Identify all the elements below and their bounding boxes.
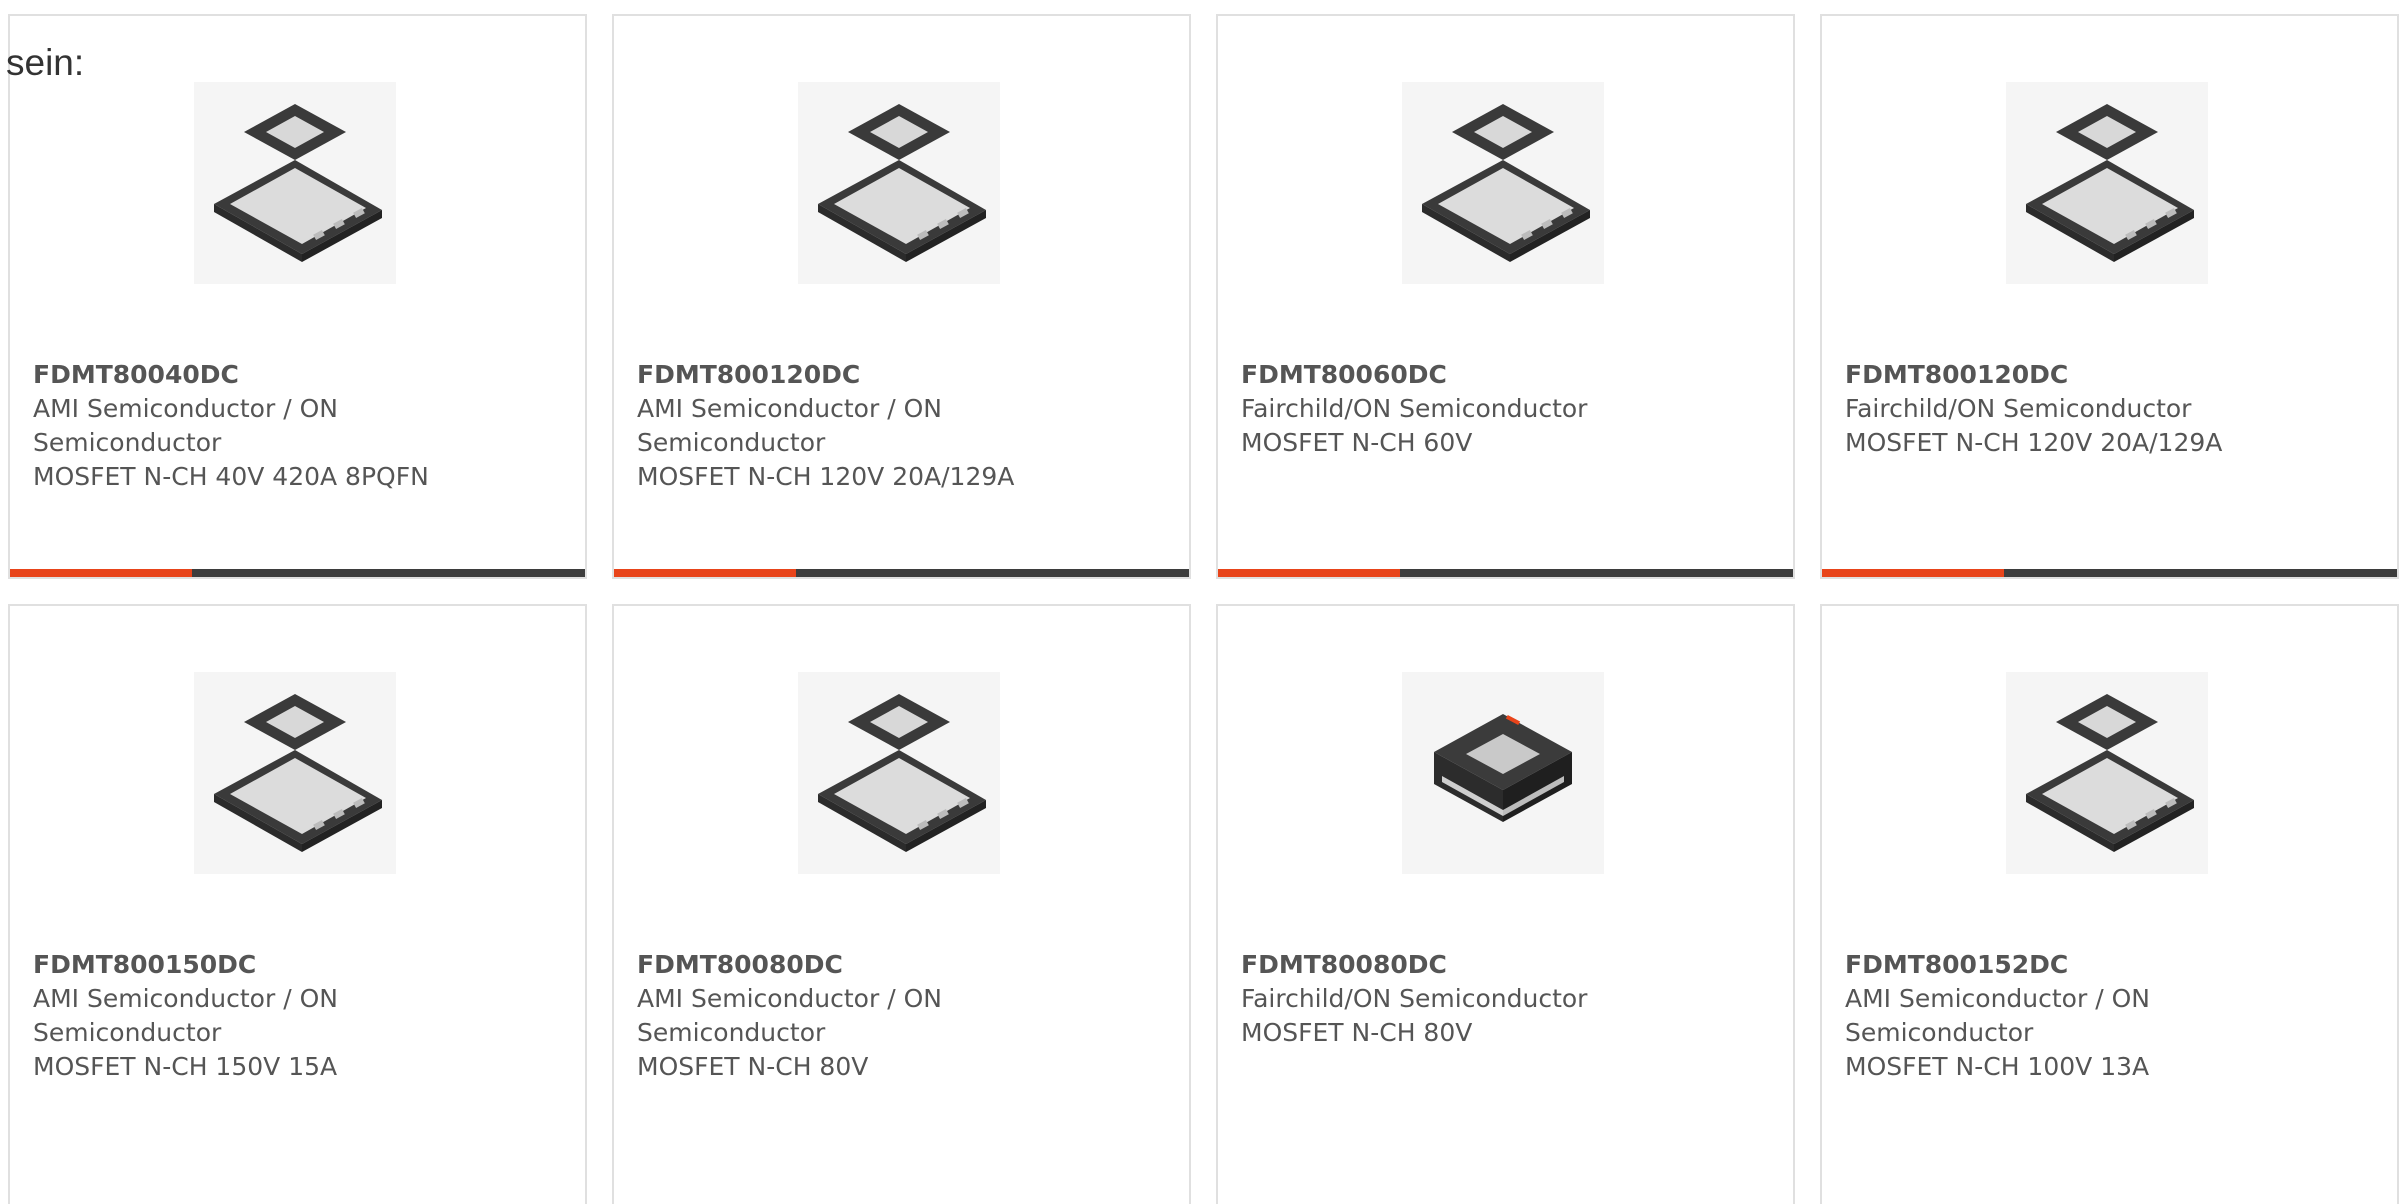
product-grid: FDMT80040DC AMI Semiconductor / ON Semic… <box>8 14 2400 1204</box>
pqfn-package-icon[interactable] <box>194 672 396 874</box>
product-card[interactable]: FDMT80080DC Fairchild/ON Semiconductor M… <box>1216 604 1795 1204</box>
pqfn-package-icon[interactable] <box>2006 82 2208 284</box>
card-bar-accent <box>1822 569 2004 577</box>
description: MOSFET N-CH 80V <box>637 1052 869 1081</box>
product-card[interactable]: FDMT800120DC AMI Semiconductor / ON Semi… <box>612 14 1191 579</box>
product-info: FDMT800120DC AMI Semiconductor / ON Semi… <box>637 358 1117 494</box>
product-info: FDMT80040DC AMI Semiconductor / ON Semic… <box>33 358 513 494</box>
card-bar <box>1218 569 1793 577</box>
pqfn-package-icon[interactable] <box>194 82 396 284</box>
pqfn-package-icon[interactable] <box>798 82 1000 284</box>
card-bar <box>614 569 1189 577</box>
product-card[interactable]: FDMT800152DC AMI Semiconductor / ON Semi… <box>1820 604 2399 1204</box>
product-info: FDMT80080DC Fairchild/ON Semiconductor M… <box>1241 948 1721 1050</box>
description: MOSFET N-CH 120V 20A/129A <box>637 462 1015 491</box>
product-info: FDMT800150DC AMI Semiconductor / ON Semi… <box>33 948 513 1084</box>
description: MOSFET N-CH 80V <box>1241 1018 1473 1047</box>
manufacturer: Fairchild/ON Semiconductor <box>1241 984 1588 1013</box>
description: MOSFET N-CH 150V 15A <box>33 1052 338 1081</box>
card-bar-accent <box>614 569 796 577</box>
product-info: FDMT800120DC Fairchild/ON Semiconductor … <box>1845 358 2325 460</box>
description: MOSFET N-CH 100V 13A <box>1845 1052 2150 1081</box>
manufacturer: AMI Semiconductor / ON Semiconductor <box>1845 984 2150 1047</box>
product-info: FDMT80080DC AMI Semiconductor / ON Semic… <box>637 948 1117 1084</box>
description: MOSFET N-CH 40V 420A 8PQFN <box>33 462 429 491</box>
dual-cool-package-icon[interactable] <box>1402 672 1604 874</box>
manufacturer: Fairchild/ON Semiconductor <box>1241 394 1588 423</box>
description: MOSFET N-CH 60V <box>1241 428 1473 457</box>
product-card[interactable]: FDMT800120DC Fairchild/ON Semiconductor … <box>1820 14 2399 579</box>
part-number-link[interactable]: FDMT80060DC <box>1241 358 1721 392</box>
product-info: FDMT80060DC Fairchild/ON Semiconductor M… <box>1241 358 1721 460</box>
part-number-link[interactable]: FDMT800152DC <box>1845 948 2325 982</box>
part-number-link[interactable]: FDMT80080DC <box>637 948 1117 982</box>
part-number-link[interactable]: FDMT800120DC <box>637 358 1117 392</box>
manufacturer: AMI Semiconductor / ON Semiconductor <box>33 984 338 1047</box>
pqfn-package-icon[interactable] <box>798 672 1000 874</box>
card-bar <box>10 569 585 577</box>
pqfn-package-icon[interactable] <box>1402 82 1604 284</box>
card-bar-accent <box>10 569 192 577</box>
description: MOSFET N-CH 120V 20A/129A <box>1845 428 2223 457</box>
part-number-link[interactable]: FDMT800150DC <box>33 948 513 982</box>
product-card[interactable]: FDMT80080DC AMI Semiconductor / ON Semic… <box>612 604 1191 1204</box>
manufacturer: AMI Semiconductor / ON Semiconductor <box>637 394 942 457</box>
card-bar <box>1822 569 2397 577</box>
part-number-link[interactable]: FDMT80040DC <box>33 358 513 392</box>
lead-text: sein: <box>6 42 85 83</box>
product-card[interactable]: FDMT800150DC AMI Semiconductor / ON Semi… <box>8 604 587 1204</box>
pqfn-package-icon[interactable] <box>2006 672 2208 874</box>
manufacturer: AMI Semiconductor / ON Semiconductor <box>33 394 338 457</box>
product-card[interactable]: FDMT80040DC AMI Semiconductor / ON Semic… <box>8 14 587 579</box>
product-card[interactable]: FDMT80060DC Fairchild/ON Semiconductor M… <box>1216 14 1795 579</box>
manufacturer: Fairchild/ON Semiconductor <box>1845 394 2192 423</box>
product-info: FDMT800152DC AMI Semiconductor / ON Semi… <box>1845 948 2325 1084</box>
card-bar-accent <box>1218 569 1400 577</box>
part-number-link[interactable]: FDMT800120DC <box>1845 358 2325 392</box>
manufacturer: AMI Semiconductor / ON Semiconductor <box>637 984 942 1047</box>
part-number-link[interactable]: FDMT80080DC <box>1241 948 1721 982</box>
